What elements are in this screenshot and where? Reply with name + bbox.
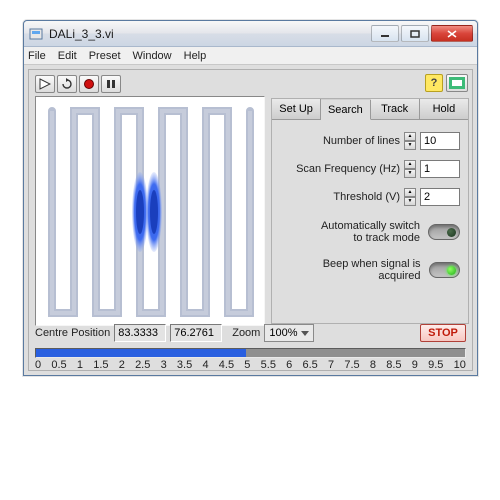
progress-bar[interactable] [35,348,466,358]
ruler-tick: 3.5 [177,359,192,370]
beep-label: Beep when signal is acquired [280,258,421,282]
ruler-tick: 0.5 [51,359,66,370]
tab-body-search: Number of lines ▲▼ 10 Scan Frequency (Hz… [272,120,468,290]
run-button[interactable] [35,75,55,93]
menu-help[interactable]: Help [184,50,207,62]
maximize-button[interactable] [401,25,429,42]
auto-switch-label: Automatically switch to track mode [321,220,420,244]
centre-x-value[interactable]: 83.3333 [114,324,166,342]
ruler-tick: 7 [328,359,334,370]
loop-button[interactable] [57,75,77,93]
ruler-tick: 2.5 [135,359,150,370]
centre-y-value[interactable]: 76.2761 [170,324,222,342]
tab-search[interactable]: Search [321,100,370,120]
ruler-tick: 6.5 [303,359,318,370]
corner-toolbar: ? [425,74,468,92]
close-button[interactable] [431,25,473,42]
ruler-tick: 4 [202,359,208,370]
scan-display[interactable] [35,96,265,326]
threshold-input[interactable]: 2 [420,188,460,206]
ruler-tick: 1.5 [93,359,108,370]
ruler-tick: 7.5 [344,359,359,370]
ruler-tick: 2 [119,359,125,370]
zoom-value: 100% [269,327,297,339]
zoom-select[interactable]: 100% [264,324,314,342]
ruler-tick: 4.5 [219,359,234,370]
ruler-tick: 10 [454,359,466,370]
tab-setup[interactable]: Set Up [272,99,321,119]
run-toolbar [35,74,121,94]
scan-freq-label: Scan Frequency (Hz) [296,163,400,175]
threshold-spinner[interactable]: ▲▼ [404,188,416,206]
threshold-label: Threshold (V) [333,191,400,203]
num-lines-spinner[interactable]: ▲▼ [404,132,416,150]
help-icon[interactable]: ? [425,74,443,92]
ruler-tick: 1 [77,359,83,370]
menu-preset[interactable]: Preset [89,50,121,62]
menu-edit[interactable]: Edit [58,50,77,62]
num-lines-label: Number of lines [323,135,400,147]
ruler-tick: 9.5 [428,359,443,370]
ruler-tick: 3 [161,359,167,370]
inner-panel: ? [28,69,473,371]
tab-strip: Set Up Search Track Hold [272,99,468,120]
ruler-tick: 5.5 [261,359,276,370]
content-area: ? [24,65,477,375]
record-button[interactable] [79,75,99,93]
settings-panel: Set Up Search Track Hold Number of lines… [271,98,469,324]
stop-button[interactable]: STOP [420,324,466,342]
centre-position-label: Centre Position [35,327,110,339]
scan-freq-input[interactable]: 1 [420,160,460,178]
beep-toggle[interactable] [429,262,460,278]
menu-file[interactable]: File [28,50,46,62]
titlebar[interactable]: DALi_3_3.vi [24,21,477,47]
num-lines-input[interactable]: 10 [420,132,460,150]
menubar: File Edit Preset Window Help [24,47,477,65]
ruler-tick: 9 [412,359,418,370]
ruler-tick: 6 [286,359,292,370]
window-title: DALi_3_3.vi [49,27,371,41]
minimize-button[interactable] [371,25,399,42]
auto-switch-toggle[interactable] [428,224,460,240]
ruler-tick: 8.5 [386,359,401,370]
chevron-down-icon [301,331,309,336]
tab-hold[interactable]: Hold [420,99,468,119]
app-window: DALi_3_3.vi File Edit Preset Window Help… [23,20,478,376]
progress-fill [36,349,246,357]
ruler-tick: 8 [370,359,376,370]
status-bar: Centre Position 83.3333 76.2761 Zoom 100… [35,322,466,344]
ruler: 0 0.5 1 1.5 2 2.5 3 3.5 4 4.5 5 5.5 6 6.5 7 7.5 8 8.5 9 9.5… [35,359,466,370]
scan-freq-spinner[interactable]: ▲▼ [404,160,416,178]
pause-button[interactable] [101,75,121,93]
tab-track[interactable]: Track [371,99,420,119]
vi-icon[interactable] [446,74,468,92]
app-icon [28,27,44,41]
zoom-label: Zoom [232,327,260,339]
window-controls [371,25,473,42]
ruler-tick: 0 [35,359,41,370]
menu-window[interactable]: Window [133,50,172,62]
ruler-tick: 5 [244,359,250,370]
